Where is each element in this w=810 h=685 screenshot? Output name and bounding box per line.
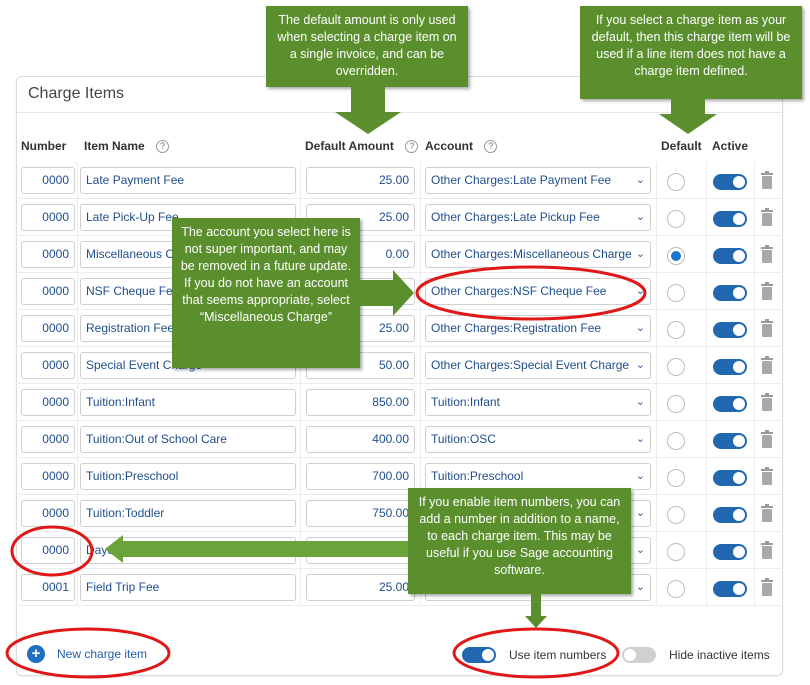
arrow-right-icon — [360, 270, 414, 316]
highlight-ellipse — [10, 525, 94, 577]
highlight-ellipse — [415, 265, 647, 321]
highlight-ellipse — [5, 627, 171, 679]
arrow-left-icon — [105, 535, 408, 563]
arrow-down-icon — [659, 99, 717, 134]
highlight-ellipse — [452, 627, 620, 679]
annotation-overlay — [5, 87, 717, 679]
arrow-down-icon — [525, 594, 547, 628]
arrow-down-icon — [335, 87, 401, 134]
